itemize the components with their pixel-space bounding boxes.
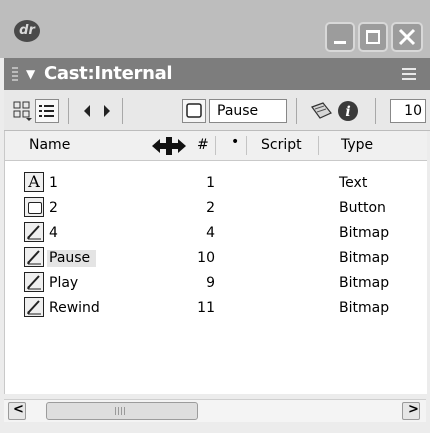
member-name: 2	[49, 200, 58, 216]
cast-window: dr ▼ Cast:Internal Pause i 10 Name # • S…	[0, 0, 430, 433]
cast-member-list[interactable]: Name # • Script Type A 1 1 Text 2 2 Butt…	[4, 131, 427, 394]
panel-options-menu-icon[interactable]	[402, 68, 416, 80]
column-name-header[interactable]: Name	[29, 137, 70, 153]
member-name: 1	[49, 175, 58, 191]
member-type: Bitmap	[339, 300, 390, 316]
button-member-icon	[186, 103, 202, 118]
list-item[interactable]: 4 4 Bitmap	[5, 221, 427, 246]
member-type-button[interactable]	[182, 99, 206, 123]
member-number: 9	[206, 275, 215, 291]
text-icon: A	[24, 172, 44, 192]
director-logo-icon: dr	[14, 20, 40, 42]
member-name: Rewind	[49, 300, 100, 316]
bitmap-icon	[24, 247, 44, 267]
column-divider[interactable]	[318, 136, 319, 155]
member-name: Pause	[47, 250, 97, 267]
close-button[interactable]	[391, 22, 423, 52]
cast-toolbar: Pause i 10	[4, 90, 430, 131]
bitmap-icon	[24, 222, 44, 242]
list-view-icon	[39, 105, 54, 117]
member-name: Play	[49, 275, 79, 291]
drag-grip-icon[interactable]	[12, 67, 18, 81]
svg-text:i: i	[345, 104, 350, 120]
member-number-field[interactable]: 10	[390, 99, 426, 123]
chevron-left-icon: <	[13, 402, 24, 417]
title-bar[interactable]: dr	[0, 0, 430, 58]
chevron-right-icon: >	[408, 402, 419, 417]
scroll-right-button[interactable]: >	[402, 402, 420, 420]
column-type-header[interactable]: Type	[341, 137, 373, 153]
list-item[interactable]: A 1 1 Text	[5, 171, 427, 196]
button-icon	[24, 197, 44, 217]
collapse-triangle-icon[interactable]: ▼	[26, 67, 35, 81]
list-item-selected[interactable]: Pause 10 Bitmap	[5, 246, 427, 271]
script-scroll-icon[interactable]	[309, 99, 335, 123]
member-number: 1	[206, 175, 215, 191]
cast-title: Cast:Internal	[44, 63, 173, 84]
cast-panel-header[interactable]: ▼ Cast:Internal	[4, 58, 430, 90]
column-script-header[interactable]: Script	[261, 137, 302, 153]
toolbar-divider	[375, 98, 376, 124]
member-type: Button	[339, 200, 386, 216]
list-item[interactable]: Play 9 Bitmap	[5, 271, 427, 296]
toolbar-divider	[296, 98, 297, 124]
member-type: Bitmap	[339, 225, 390, 241]
thumbnail-view-icon[interactable]	[13, 99, 33, 123]
scroll-left-button[interactable]: <	[8, 402, 26, 420]
column-resize-cursor-icon	[152, 137, 186, 155]
member-name-field[interactable]: Pause	[209, 99, 287, 123]
column-divider[interactable]	[215, 136, 216, 155]
thumb-grip-icon	[115, 407, 127, 415]
column-divider[interactable]	[246, 136, 247, 155]
member-number: 10	[197, 250, 215, 266]
minimize-button[interactable]	[325, 22, 355, 52]
column-header: Name # • Script Type	[5, 131, 427, 161]
bitmap-icon	[24, 272, 44, 292]
member-number: 2	[206, 200, 215, 216]
member-type: Text	[339, 175, 368, 191]
column-dot-header[interactable]: •	[231, 134, 239, 150]
member-info-icon[interactable]: i	[336, 99, 360, 123]
list-view-button[interactable]	[35, 99, 59, 123]
member-number: 11	[197, 300, 215, 316]
member-type: Bitmap	[339, 250, 390, 266]
column-number-header[interactable]: #	[197, 137, 209, 153]
next-member-icon[interactable]	[100, 99, 114, 123]
toolbar-divider	[122, 98, 123, 124]
list-item[interactable]: 2 2 Button	[5, 196, 427, 221]
member-name: 4	[49, 225, 58, 241]
maximize-button[interactable]	[358, 22, 388, 52]
horizontal-scrollbar[interactable]: < >	[4, 399, 426, 422]
bitmap-icon	[24, 297, 44, 317]
toolbar-divider	[68, 98, 69, 124]
list-item[interactable]: Rewind 11 Bitmap	[5, 296, 427, 321]
previous-member-icon[interactable]	[80, 99, 94, 123]
scrollbar-thumb[interactable]	[46, 402, 198, 420]
close-icon	[398, 28, 416, 46]
member-type: Bitmap	[339, 275, 390, 291]
member-number: 4	[206, 225, 215, 241]
